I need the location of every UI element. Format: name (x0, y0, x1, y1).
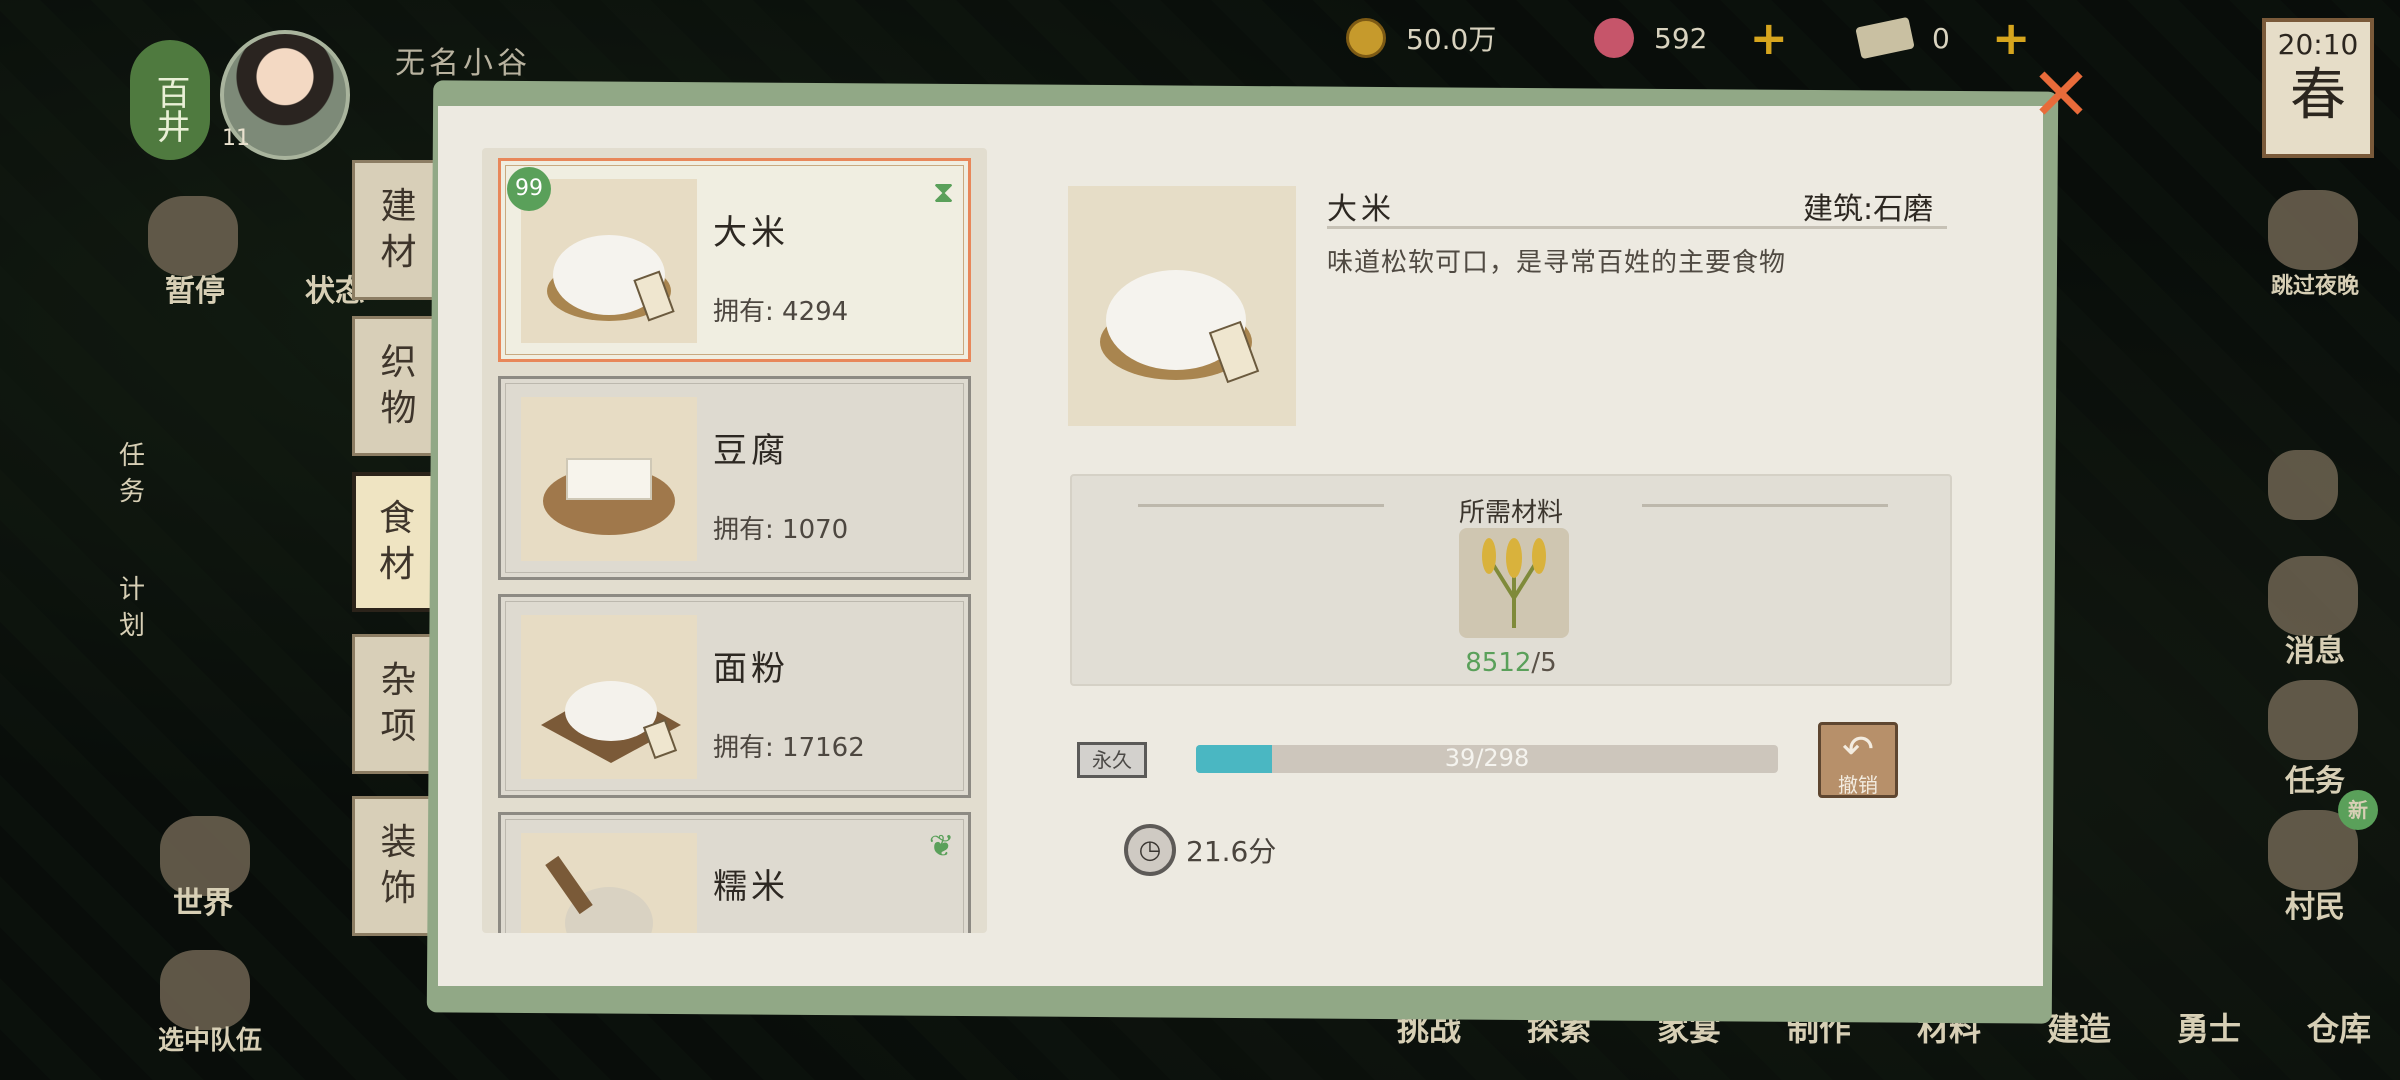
divider (1327, 226, 1947, 229)
clock-season: 春 (2290, 63, 2346, 128)
team-icon[interactable] (160, 950, 250, 1030)
rank-badge: 百井 (130, 40, 210, 160)
close-icon[interactable]: ✕ (2028, 58, 2094, 132)
list-item-glutinous-rice[interactable]: ❦ 糯米 (498, 812, 971, 933)
tasks-icon[interactable] (2268, 680, 2358, 760)
undo-arrow-icon: ↶ (1842, 727, 1874, 771)
rice-basket-icon (521, 179, 697, 343)
tab-fabrics[interactable]: 织物 (352, 316, 442, 456)
cancel-button[interactable]: ↶ 撤销 (1818, 722, 1898, 798)
nav-warrior[interactable]: 勇士 (2155, 1004, 2263, 1050)
list-item-tofu[interactable]: 豆腐 拥有: 1070 (498, 376, 971, 580)
ticket-value: 0 (1932, 21, 1950, 55)
permanent-tag: 永久 (1077, 742, 1147, 778)
villagers-button[interactable]: 村民 (2260, 882, 2370, 926)
skip-night-button[interactable]: 跳过夜晚 (2250, 268, 2380, 300)
ticket-resource: 0 + (1855, 15, 2031, 61)
tofu-bowl-icon (521, 397, 697, 561)
pause-icon[interactable] (148, 196, 238, 276)
rice-plant-icon[interactable] (1459, 528, 1569, 638)
detail-building: 建筑:石磨 (1803, 192, 1934, 227)
tab-building-materials[interactable]: 建材 (352, 160, 442, 300)
add-ticket-button[interactable]: + (1992, 15, 2031, 61)
messages-icon[interactable] (2268, 556, 2358, 636)
nav-warehouse[interactable]: 仓库 (2285, 1004, 2393, 1050)
coins-value: 50.0万 (1406, 23, 1497, 56)
player-level: 11 (222, 126, 250, 151)
tab-label: 建材 (380, 186, 417, 273)
clock-time: 20:10 (2277, 28, 2359, 61)
tab-label: 杂项 (380, 660, 417, 747)
add-jade-button[interactable]: + (1749, 15, 1788, 61)
tab-label: 织物 (380, 342, 417, 429)
tab-ingredients[interactable]: 食材 (352, 472, 442, 612)
item-name: 大米 (713, 213, 789, 253)
select-team-button[interactable]: 选中队伍 (140, 1020, 280, 1057)
ticket-icon (1855, 16, 1915, 60)
list-item-flour[interactable]: 面粉 拥有: 17162 (498, 594, 971, 798)
world-button[interactable]: 世界 (148, 878, 258, 922)
materials-title: 所需材料 (1458, 498, 1563, 528)
clock-icon: ◷ (1124, 824, 1176, 876)
game-clock[interactable]: 20:10 春 (2262, 18, 2374, 158)
cancel-label: 撤销 (1838, 773, 1878, 797)
new-badge: 新 (2338, 790, 2378, 830)
required-materials: 所需材料 8512/5 (1070, 474, 1952, 686)
material-need: /5 (1531, 648, 1557, 678)
item-name: 面粉 (713, 649, 789, 689)
item-owned: 拥有: 17162 (713, 733, 865, 763)
moon-icon[interactable] (2268, 190, 2358, 270)
jade-value: 592 (1654, 21, 1708, 55)
material-count: 8512/5 (1072, 648, 1950, 678)
coin-icon (1346, 18, 1386, 58)
divider (1642, 504, 1888, 507)
jade-icon (1594, 18, 1634, 58)
detail-rice-icon (1068, 186, 1296, 426)
progress-label: 39/298 (1444, 744, 1530, 772)
jade-resource: 592 + (1594, 15, 1788, 61)
tab-label: 装饰 (380, 822, 417, 909)
coins-resource: 50.0万 (1346, 18, 1496, 58)
tab-label: 食材 (378, 498, 415, 585)
material-have: 8512 (1465, 648, 1532, 678)
item-name: 豆腐 (713, 431, 789, 471)
detail-item-name: 大米 (1327, 192, 1395, 227)
item-name: 糯米 (713, 867, 789, 907)
town-name: 无名小谷 (395, 46, 531, 81)
messages-button[interactable]: 消息 (2260, 626, 2370, 670)
quantity-badge: 99 (507, 167, 551, 211)
glutinous-rice-icon (521, 833, 697, 933)
production-time: 21.6分 (1186, 835, 1277, 868)
clover-icon[interactable] (2268, 450, 2338, 520)
sprout-icon: ❦ (928, 829, 954, 864)
list-item-rice[interactable]: 99 ⧗ 大米 拥有: 4294 (498, 158, 971, 362)
item-list[interactable]: 99 ⧗ 大米 拥有: 4294 豆腐 拥有: 1070 面粉 拥有: 1716… (482, 148, 987, 933)
pause-button[interactable]: 暂停 (140, 266, 250, 310)
flour-board-icon (521, 615, 697, 779)
detail-description: 味道松软可口，是寻常百姓的主要食物 (1327, 248, 1787, 278)
item-owned: 拥有: 1070 (713, 515, 849, 545)
hourglass-icon: ⧗ (932, 175, 954, 210)
plan-tab[interactable]: 计划 (112, 572, 152, 644)
item-owned: 拥有: 4294 (713, 297, 849, 327)
task-tab[interactable]: 任务 (112, 438, 152, 510)
